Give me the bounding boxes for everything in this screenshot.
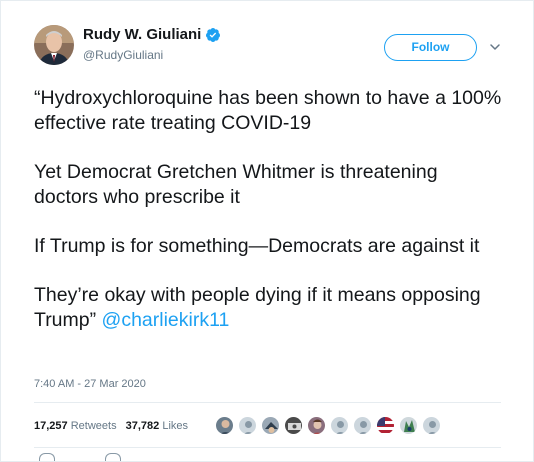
tweet-timestamp[interactable]: 7:40 AM - 27 Mar 2020 (34, 378, 146, 390)
reply-icon[interactable] (39, 453, 55, 461)
author-name-text: Rudy W. Giuliani (83, 26, 202, 43)
tweet-paragraph: “Hydroxychloroquine has been shown to ha… (34, 87, 502, 134)
liker-avatar[interactable] (307, 416, 326, 435)
author-handle[interactable]: @RudyGiuliani (83, 48, 163, 62)
liker-avatar-default[interactable] (353, 416, 372, 435)
liker-avatars (215, 416, 445, 435)
divider (34, 402, 501, 403)
author-avatar[interactable] (34, 25, 74, 65)
liker-avatar-default[interactable] (422, 416, 441, 435)
divider (34, 447, 501, 448)
likes-label: Likes (162, 420, 189, 432)
profile-photo-icon (34, 25, 74, 65)
chevron-down-icon[interactable] (489, 40, 501, 52)
tweet-card: Rudy W. Giuliani @RudyGiuliani Follow “H… (0, 0, 534, 462)
tweet-paragraph-last: They’re okay with people dying if it mea… (34, 283, 504, 333)
likes-stat[interactable]: 37,782 Likes (126, 420, 188, 432)
tweet-stats: 17,257 Retweets 37,782 Likes (34, 420, 194, 432)
mention-link[interactable]: @charliekirk11 (102, 309, 230, 331)
liker-avatar[interactable] (261, 416, 280, 435)
tweet-text: “Hydroxychloroquine has been shown to ha… (34, 86, 504, 357)
author-display-name[interactable]: Rudy W. Giuliani (83, 26, 221, 43)
tweet-paragraph: If Trump is for something—Democrats are … (34, 235, 480, 257)
liker-avatar[interactable] (215, 416, 234, 435)
liker-avatar-default[interactable] (238, 416, 257, 435)
retweets-label: Retweets (70, 420, 117, 432)
liker-avatar[interactable] (376, 416, 395, 435)
retweet-icon[interactable] (105, 453, 121, 461)
liker-avatar[interactable] (284, 416, 303, 435)
verified-badge-icon (205, 27, 221, 43)
liker-avatar-default[interactable] (330, 416, 349, 435)
follow-button[interactable]: Follow (384, 34, 477, 61)
liker-avatar[interactable] (399, 416, 418, 435)
retweets-stat[interactable]: 17,257 Retweets (34, 420, 117, 432)
retweets-count: 17,257 (34, 420, 68, 432)
likes-count: 37,782 (125, 420, 160, 432)
tweet-paragraph: Yet Democrat Gretchen Whitmer is threate… (34, 161, 438, 208)
